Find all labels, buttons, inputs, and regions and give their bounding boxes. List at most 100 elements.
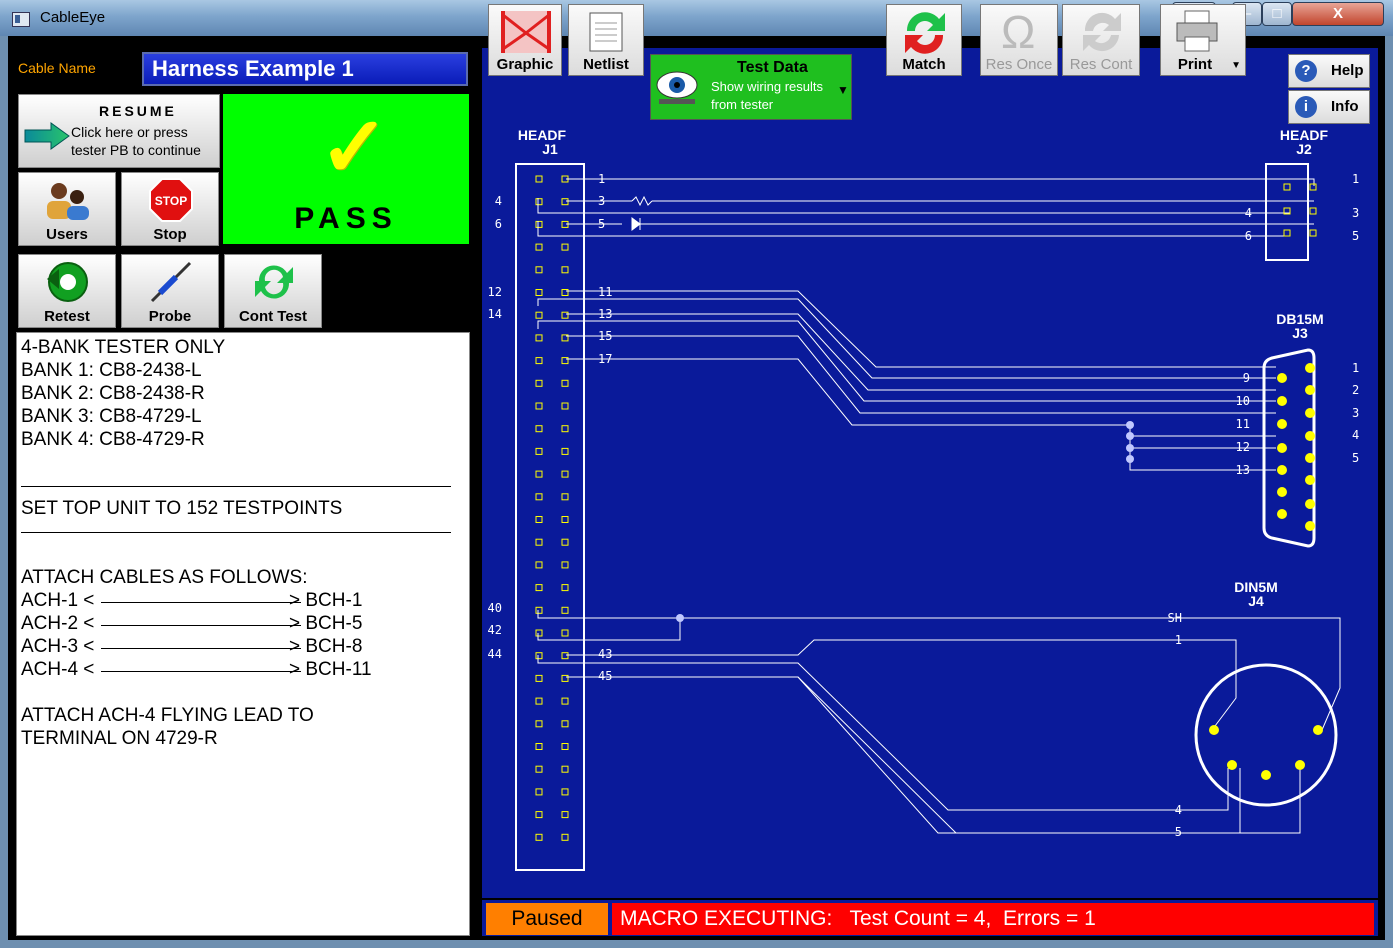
j1-pin: [561, 243, 569, 251]
graphic-button[interactable]: Graphic: [488, 4, 562, 76]
test-data-line-1: Show wiring results: [711, 79, 823, 94]
match-label: Match: [902, 56, 946, 73]
note-line: ACH-4 <: [21, 659, 95, 680]
wire-label: 1: [598, 172, 605, 186]
print-chevron-down-icon[interactable]: ▼: [1231, 60, 1241, 71]
test-data-line-2: from tester: [711, 97, 774, 112]
j2-box: [1265, 163, 1309, 261]
note-line: ACH-2 <: [21, 613, 95, 634]
j1-pin: [561, 720, 569, 728]
note-line: BANK 4: CB8-4729-R: [21, 429, 205, 450]
app-icon: [12, 12, 30, 27]
j1-pin: [535, 402, 543, 410]
macro-status: MACRO EXECUTING: Test Count = 4, Errors …: [612, 903, 1374, 935]
j1-pin: [535, 765, 543, 773]
wire-label: 13: [598, 307, 612, 321]
maximize-button[interactable]: □: [1262, 2, 1292, 26]
j1-pin: [561, 833, 569, 841]
j1-pin: [535, 425, 543, 433]
arrow-line: [101, 625, 301, 626]
cont-test-button[interactable]: Cont Test: [224, 254, 322, 328]
j1-pin: [561, 697, 569, 705]
res-cont-button[interactable]: Res Cont: [1062, 4, 1140, 76]
j1-box: [515, 163, 585, 871]
j1-pin: [561, 584, 569, 592]
j1-pin: [561, 788, 569, 796]
checkmark-icon: ✓: [319, 100, 390, 194]
j1-pin: [561, 561, 569, 569]
wire-label: 15: [598, 329, 612, 343]
j1-pin: [535, 493, 543, 501]
j4-wire-label: SH: [1168, 611, 1182, 625]
resume-line-1: Click here or press: [71, 124, 188, 140]
j1-pin: [561, 516, 569, 523]
eye-icon: [656, 71, 698, 104]
probe-button[interactable]: Probe: [121, 254, 219, 328]
wire-label: 17: [598, 352, 612, 366]
wire-label: 43: [598, 647, 612, 661]
print-button[interactable]: Print ▼: [1160, 4, 1246, 76]
arrow-right-icon: [24, 122, 70, 150]
note-line: TERMINAL ON 4729-R: [21, 728, 218, 749]
info-button[interactable]: i Info: [1288, 90, 1370, 124]
stop-button[interactable]: STOP Stop: [121, 172, 219, 246]
j3-pin-number: 4: [1352, 428, 1359, 442]
note-line: ACH-1 <: [21, 590, 95, 611]
retest-icon: [47, 262, 88, 302]
j1-pin: [535, 606, 543, 614]
note-line: ACH-3 <: [21, 636, 95, 657]
res-once-button[interactable]: Ω Res Once: [980, 4, 1058, 76]
j4-pins: [1209, 725, 1323, 780]
help-icon: ?: [1295, 60, 1317, 82]
j1-pin: [535, 538, 543, 546]
j1-pin: [561, 493, 569, 501]
test-data-dropdown[interactable]: Test Data Show wiring results from teste…: [650, 54, 852, 120]
j1-pin: [535, 652, 543, 660]
match-button[interactable]: Match: [886, 4, 962, 76]
j3-pins: [1277, 363, 1315, 531]
resume-button[interactable]: RESUME Click here or press tester PB to …: [18, 94, 220, 168]
wire-label: 3: [598, 194, 605, 208]
arrow-line: [101, 671, 301, 672]
svg-text:J4: J4: [1248, 593, 1264, 609]
note-line: > BCH-1: [289, 590, 363, 611]
wire-label: 11: [598, 285, 612, 299]
j1-pin: [561, 379, 569, 387]
note-line: BANK 2: CB8-2438-R: [21, 383, 205, 404]
stop-sign-icon: STOP: [149, 178, 193, 222]
j2-wire-label: 4: [1245, 206, 1252, 220]
netlist-button[interactable]: Netlist: [568, 4, 644, 76]
j2-wire-label: 6: [1245, 229, 1252, 243]
j1-pin: [561, 765, 569, 773]
j1-pin-number: 4: [495, 194, 502, 208]
stop-label: Stop: [153, 226, 187, 243]
users-button[interactable]: Users: [18, 172, 116, 246]
wire-label: 45: [598, 669, 612, 683]
note-line: BANK 3: CB8-4729-L: [21, 406, 202, 427]
j3-wire-label: 9: [1243, 371, 1250, 385]
help-label: Help: [1331, 62, 1364, 79]
j1-pin: [535, 175, 543, 183]
j2-pin-number: 1: [1352, 172, 1359, 186]
j1-pin: [535, 447, 543, 455]
close-button[interactable]: X: [1292, 2, 1384, 26]
j3-wire-label: 11: [1236, 417, 1250, 431]
divider: [21, 486, 451, 487]
resume-text: Click here or press tester PB to continu…: [71, 123, 201, 159]
j2-pin-number: 5: [1352, 229, 1359, 243]
j1-pin: [561, 811, 569, 819]
j3-pin-number: 3: [1352, 406, 1359, 420]
chevron-down-icon[interactable]: ▼: [837, 83, 849, 97]
j1-pin-number: 14: [488, 307, 502, 321]
netlist-icon: [589, 12, 623, 52]
state-indicator: Paused: [486, 903, 608, 935]
users-label: Users: [46, 226, 88, 243]
retest-button[interactable]: Retest: [18, 254, 116, 328]
j1-pin: [535, 788, 543, 796]
j1-pin: [535, 833, 543, 841]
cable-name-field[interactable]: Harness Example 1: [142, 52, 468, 86]
wires: [537, 178, 1341, 834]
window-title: CableEye: [40, 9, 106, 26]
svg-text:J1: J1: [542, 141, 558, 157]
help-button[interactable]: ? Help: [1288, 54, 1370, 88]
